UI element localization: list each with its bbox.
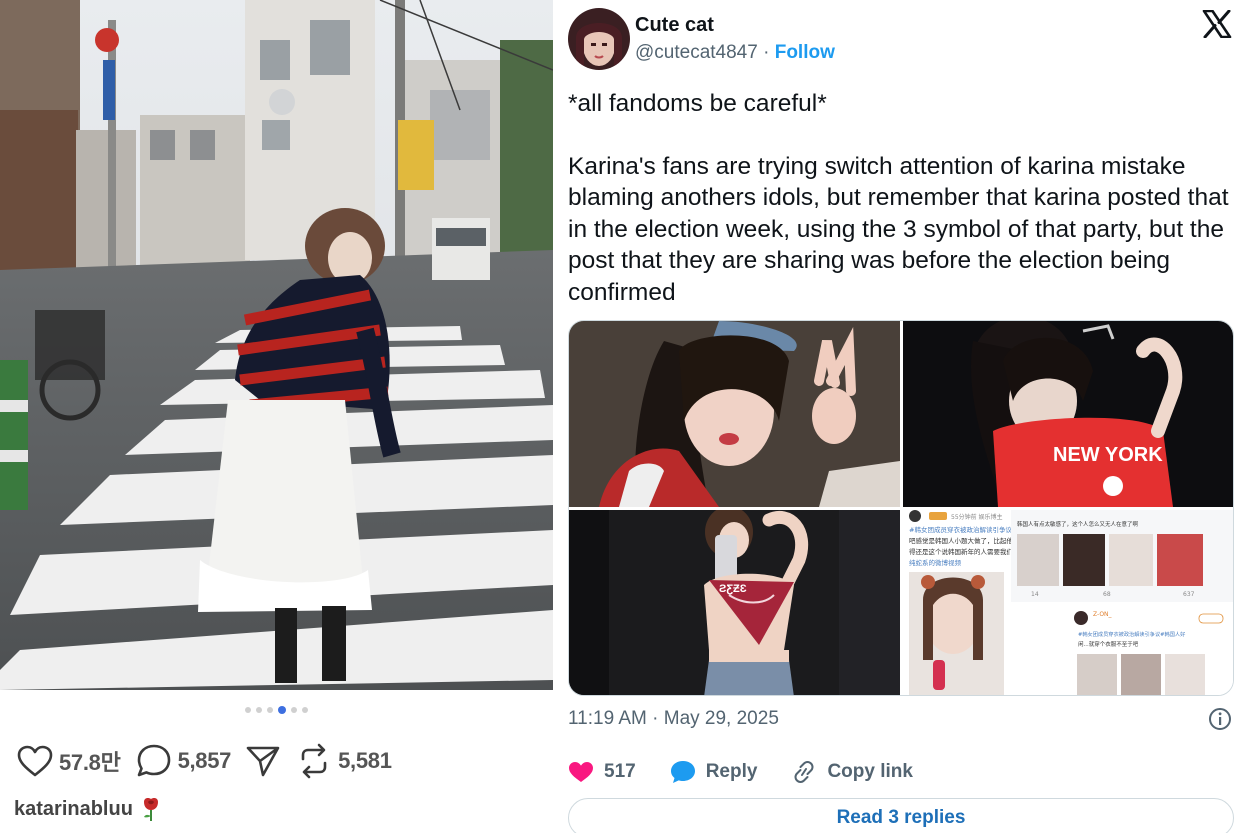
- tweet-timestamp[interactable]: 11:19 AM · May 29, 2025: [568, 708, 779, 730]
- author-handle[interactable]: @cutecat4847: [635, 42, 758, 63]
- info-icon[interactable]: [1208, 707, 1232, 731]
- svg-text:NEW YORK: NEW YORK: [1053, 444, 1163, 466]
- media-photo-2[interactable]: NEW YORK: [903, 321, 1233, 507]
- post-username[interactable]: katarinabluu: [14, 798, 133, 821]
- tweet-card: Cute cat @cutecat4847 · Follow *all fand…: [553, 0, 1250, 833]
- copy-link-button[interactable]: Copy link: [791, 760, 913, 784]
- street-crosswalk-photo[interactable]: [0, 0, 553, 690]
- svg-text:ƧƸƵƐ: ƧƸƵƐ: [719, 583, 747, 595]
- like-count: 517: [604, 761, 636, 782]
- reply-bubble-icon: [670, 761, 695, 783]
- post-caption-row: katarinabluu: [14, 796, 161, 822]
- like-button[interactable]: 517: [568, 761, 636, 783]
- x-logo-icon[interactable]: [1202, 10, 1232, 38]
- tweet-text-paragraph: Karina's fans are trying switch attentio…: [568, 152, 1229, 306]
- weibo-right-top-text: 韩国人有点太敏感了，这个人怎么又无人在意了啊: [1017, 520, 1139, 528]
- rose-emoji-icon: [143, 798, 158, 821]
- likes-count: 57.8만: [59, 750, 121, 775]
- weibo-stat-2: 68: [1103, 591, 1111, 598]
- weibo-link-line: 纯蛇系的微博视频: [909, 558, 962, 567]
- carousel-dot[interactable]: [302, 707, 308, 713]
- weibo-commenter: Z-ON_: [1093, 611, 1113, 618]
- like-action[interactable]: 57.8만: [16, 744, 121, 778]
- weibo-body-line-2: 得还是这个说韩国新年的人需要我们共同: [909, 547, 1026, 556]
- comments-count: 5,857: [177, 748, 232, 773]
- heart-filled-icon: [569, 762, 593, 782]
- comment-action[interactable]: 5,857: [135, 743, 232, 779]
- weibo-stat-3: 637: [1183, 591, 1195, 598]
- carousel-dot[interactable]: [291, 707, 297, 713]
- tweet-media-grid: NEW YORK ƧƸƵƐ 55分钟前 娱乐博主 #韩女团成员穿衣被政治解读引争…: [568, 320, 1234, 696]
- weibo-body-line-1: 吧感觉是韩国人小题大做了，比起他国的: [909, 536, 1027, 545]
- handle-separator: ·: [757, 42, 775, 63]
- author-avatar[interactable]: [568, 8, 630, 70]
- reply-label: Reply: [705, 761, 758, 782]
- tweet-text-line: *all fandoms be careful*: [568, 90, 827, 117]
- tweet-engagement-bar: 517 Reply Copy link: [568, 758, 947, 786]
- read-replies-button[interactable]: Read 3 replies: [568, 798, 1234, 833]
- share-action[interactable]: [245, 744, 281, 778]
- carousel-dot[interactable]: [245, 707, 251, 713]
- repost-icon[interactable]: [295, 743, 333, 779]
- heart-icon[interactable]: [16, 744, 54, 778]
- comment-bubble-icon[interactable]: [135, 743, 173, 779]
- instagram-post-panel: 57.8만 5,857 5,581 katarinabluu: [0, 0, 553, 833]
- post-action-bar: 57.8만 5,857 5,581: [16, 743, 406, 779]
- send-icon[interactable]: [245, 744, 281, 778]
- repost-action[interactable]: 5,581: [295, 743, 392, 779]
- follow-button[interactable]: Follow: [775, 42, 835, 63]
- author-display-name[interactable]: Cute cat: [635, 14, 714, 37]
- weibo-stat-1: 14: [1031, 591, 1039, 598]
- carousel-indicator[interactable]: [0, 706, 553, 714]
- weibo-comment-hashtag: #韩女团成员穿衣被政治解读引争议#韩国人好: [1078, 630, 1185, 638]
- tweet-body: *all fandoms be careful* Karina's fans a…: [568, 88, 1233, 308]
- carousel-dot[interactable]: [256, 707, 262, 713]
- link-icon: [794, 761, 814, 783]
- media-photo-3[interactable]: ƧƸƵƐ: [569, 510, 900, 695]
- media-screenshot-4[interactable]: 55分钟前 娱乐博主 #韩女团成员穿衣被政治解读引争议#真的 吧感觉是韩国人小题…: [903, 510, 1233, 695]
- reposts-count: 5,581: [338, 748, 392, 773]
- copy-link-label: Copy link: [827, 761, 913, 782]
- weibo-meta-line: 55分钟前 娱乐博主: [951, 513, 1003, 521]
- reply-button[interactable]: Reply: [670, 760, 758, 784]
- carousel-dot-active[interactable]: [278, 706, 286, 714]
- carousel-dot[interactable]: [267, 707, 273, 713]
- media-photo-1[interactable]: [569, 321, 900, 507]
- weibo-comment-body: 闲...就穿个衣服不至于吧: [1078, 640, 1139, 648]
- author-handle-row: @cutecat4847 · Follow: [635, 42, 835, 64]
